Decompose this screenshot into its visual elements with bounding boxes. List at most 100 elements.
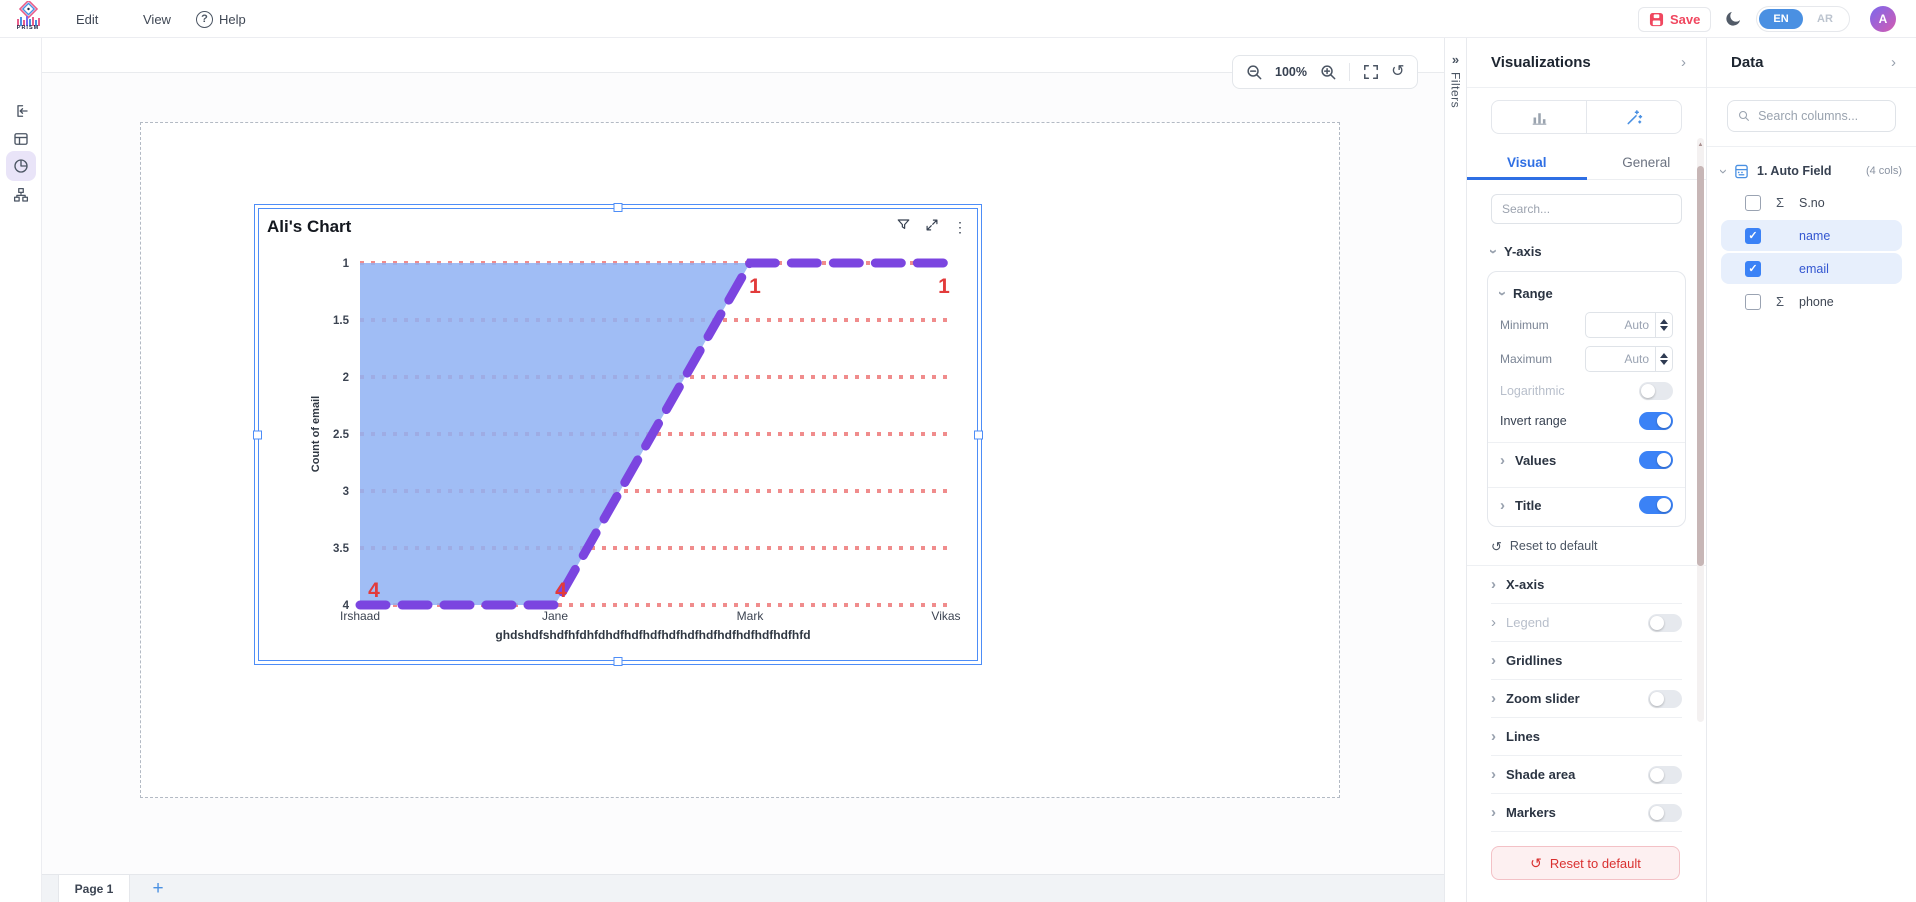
top-bar: PRISM Edit View ? Help Save EN AR A <box>0 0 1916 38</box>
chevron-down-icon: › <box>1495 291 1510 296</box>
filters-label[interactable]: Filters <box>1449 72 1463 108</box>
section-markers[interactable]: ›Markers <box>1491 794 1682 832</box>
chevron-down-icon: › <box>1486 249 1501 254</box>
checkbox-unchecked[interactable] <box>1745 294 1761 310</box>
svg-text:3: 3 <box>343 486 349 498</box>
section-y-axis[interactable]: › Y-axis <box>1491 244 1682 259</box>
checkbox-checked[interactable]: ✓ <box>1745 228 1761 244</box>
zoom-out-button[interactable] <box>1246 64 1263 81</box>
section-shade-area[interactable]: ›Shade area <box>1491 756 1682 794</box>
chart-widget[interactable]: Ali's Chart ⋮ 11.522.533.544411IrshaadJa… <box>258 208 978 661</box>
resize-handle-right[interactable] <box>974 430 983 439</box>
viz-search-input[interactable] <box>1502 202 1671 216</box>
exit-icon[interactable] <box>6 96 36 126</box>
brand-name: PRISM <box>17 25 39 31</box>
field-row-name[interactable]: ✓ name <box>1721 220 1902 251</box>
shade-area-toggle[interactable] <box>1648 766 1682 784</box>
svg-text:3.5: 3.5 <box>333 543 350 555</box>
auto-field-group[interactable]: › 1. Auto Field (4 cols) <box>1721 157 1902 185</box>
filter-icon[interactable] <box>896 217 911 237</box>
chevron-right-icon: › <box>1491 577 1496 592</box>
zoom-level: 100% <box>1275 65 1307 79</box>
section-lines[interactable]: ›Lines <box>1491 718 1682 756</box>
logarithmic-toggle[interactable] <box>1639 382 1673 400</box>
minimum-input[interactable]: Auto <box>1585 312 1673 338</box>
resize-handle-top[interactable] <box>614 203 623 212</box>
menu-edit[interactable]: Edit <box>76 0 98 38</box>
svg-text:Jane: Jane <box>542 609 568 623</box>
collapse-panel-icon[interactable]: › <box>1891 55 1896 70</box>
field-row-sno[interactable]: Σ S.no <box>1721 187 1902 218</box>
zoom-slider-toggle[interactable] <box>1648 690 1682 708</box>
collapse-panel-icon[interactable]: › <box>1681 55 1686 70</box>
menu-view[interactable]: View <box>143 0 171 38</box>
viz-scrollbar-thumb[interactable] <box>1697 166 1704 566</box>
fullscreen-button[interactable] <box>1363 64 1379 80</box>
minimum-stepper[interactable] <box>1655 313 1672 337</box>
bar-chart-type-button[interactable] <box>1492 101 1586 133</box>
page-strip: Page 1 + <box>42 874 1444 902</box>
visualizations-title: Visualizations <box>1491 54 1591 71</box>
scrollbar-up-arrow[interactable]: ▲ <box>1697 142 1704 148</box>
data-search-input[interactable] <box>1758 109 1885 123</box>
lang-ar-option[interactable]: AR <box>1803 13 1847 25</box>
filters-expand-icon[interactable]: » <box>1452 52 1459 67</box>
invert-range-toggle[interactable] <box>1639 412 1673 430</box>
menu-help[interactable]: ? Help <box>196 0 246 38</box>
maximum-stepper[interactable] <box>1655 347 1672 371</box>
save-button[interactable]: Save <box>1638 7 1711 32</box>
logarithmic-row: Logarithmic <box>1500 380 1673 402</box>
reset-icon: ↺ <box>1491 540 1502 553</box>
chevron-right-icon: › <box>1491 805 1496 820</box>
legend-toggle[interactable] <box>1648 614 1682 632</box>
field-row-email[interactable]: ✓ email <box>1721 253 1902 284</box>
avatar[interactable]: A <box>1870 6 1896 32</box>
values-toggle[interactable] <box>1639 451 1673 469</box>
table-file-icon <box>1734 164 1749 179</box>
reset-y-axis-link[interactable]: ↺ Reset to default <box>1491 537 1682 555</box>
add-page-button[interactable]: + <box>144 875 172 902</box>
reset-to-default-button[interactable]: ↺ Reset to default <box>1491 846 1680 880</box>
field-row-phone[interactable]: Σ phone <box>1721 286 1902 317</box>
section-x-axis[interactable]: ›X-axis <box>1491 566 1682 604</box>
app-root: PRISM Edit View ? Help Save EN AR A <box>0 0 1916 902</box>
title-toggle[interactable] <box>1639 496 1673 514</box>
page-tab[interactable]: Page 1 <box>58 875 130 902</box>
dark-mode-toggle[interactable] <box>1723 9 1743 29</box>
values-row[interactable]: ›Values <box>1500 443 1673 477</box>
language-switcher[interactable]: EN AR <box>1756 6 1850 32</box>
data-title: Data <box>1731 54 1764 71</box>
lang-en-option[interactable]: EN <box>1759 9 1803 29</box>
svg-text:4: 4 <box>555 579 567 602</box>
resize-handle-left[interactable] <box>253 430 262 439</box>
title-row[interactable]: ›Title <box>1500 488 1673 522</box>
section-zoom-slider[interactable]: ›Zoom slider <box>1491 680 1682 718</box>
flow-icon[interactable] <box>6 180 36 210</box>
more-options-icon[interactable]: ⋮ <box>953 220 967 234</box>
pie-chart-icon[interactable] <box>6 151 36 181</box>
magic-wand-button[interactable] <box>1586 101 1681 133</box>
section-legend[interactable]: ›Legend <box>1491 604 1682 642</box>
expand-icon[interactable] <box>925 218 939 237</box>
zoom-in-button[interactable] <box>1320 64 1337 81</box>
viz-scrollbar[interactable]: ▲ <box>1697 138 1704 722</box>
reset-view-button[interactable]: ↺ <box>1391 64 1404 80</box>
markers-toggle[interactable] <box>1648 804 1682 822</box>
svg-text:ghdshdfshdfhfdhfdhdfhdfhdfhdfh: ghdshdfshdfhfdhfdhdfhdfhdfhdfhdfhdfhdfhd… <box>495 628 810 642</box>
range-section[interactable]: › Range <box>1500 282 1673 304</box>
tab-general[interactable]: General <box>1587 146 1707 179</box>
field-label: phone <box>1799 295 1834 309</box>
tab-visual[interactable]: Visual <box>1467 146 1587 179</box>
checkbox-checked[interactable]: ✓ <box>1745 261 1761 277</box>
svg-text:Mark: Mark <box>737 609 765 623</box>
resize-handle-bottom[interactable] <box>614 657 623 666</box>
layout-icon[interactable] <box>6 124 36 154</box>
checkbox-unchecked[interactable] <box>1745 195 1761 211</box>
logarithmic-label: Logarithmic <box>1500 384 1565 398</box>
help-icon: ? <box>196 11 213 28</box>
sigma-icon: Σ <box>1773 195 1787 210</box>
reset-icon: ↺ <box>1530 856 1542 870</box>
section-gridlines[interactable]: ›Gridlines <box>1491 642 1682 680</box>
prism-logo-icon <box>13 1 43 27</box>
maximum-input[interactable]: Auto <box>1585 346 1673 372</box>
